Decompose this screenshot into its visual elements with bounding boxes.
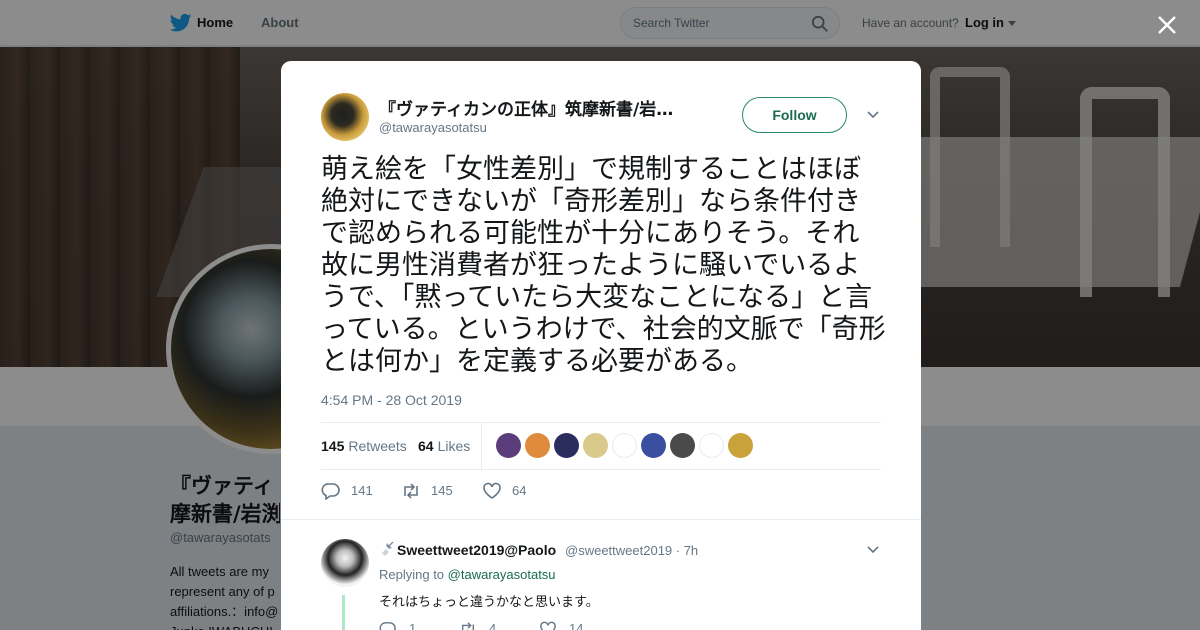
replying-to: Replying to @tawarayasotatsu [379, 567, 556, 582]
retweet-count: 4 [489, 621, 497, 630]
follow-button[interactable]: Follow [742, 97, 847, 133]
divider [481, 423, 482, 469]
likes-stat[interactable]: 64 Likes [418, 438, 470, 454]
retweet-icon [404, 483, 418, 499]
retweet-count: 145 [431, 483, 453, 498]
pin-icon [382, 541, 394, 556]
reply-author-name[interactable]: Sweettweet2019@Paolo [397, 542, 556, 558]
liker-avatar[interactable] [670, 433, 695, 458]
reply-text: それはちょっと違うかなと思います。 [379, 595, 599, 610]
liker-avatar[interactable] [699, 433, 724, 458]
author-name[interactable]: 『ヴァティカンの正体』筑摩新書/岩… [379, 95, 699, 120]
reply-icon [321, 483, 340, 500]
liker-avatar[interactable] [641, 433, 666, 458]
reply-actions: 1 4 14 [379, 621, 679, 630]
liker-avatar[interactable] [728, 433, 753, 458]
author-handle[interactable]: @tawarayasotatsu [379, 120, 487, 135]
liker-avatar[interactable] [525, 433, 550, 458]
reply-author-handle[interactable]: @sweettweet2019 · 7h [565, 543, 698, 558]
thread-line [342, 595, 345, 630]
chevron-down-icon[interactable] [867, 109, 879, 121]
close-icon[interactable] [1155, 13, 1179, 37]
tweet-timestamp[interactable]: 4:54 PM - 28 Oct 2019 [321, 392, 462, 408]
liker-avatar[interactable] [583, 433, 608, 458]
liker-avatar[interactable] [496, 433, 521, 458]
reply-author-avatar[interactable] [321, 539, 369, 587]
author-avatar[interactable] [321, 93, 369, 141]
tweet-stats: 145 Retweets 64 Likes [321, 422, 881, 470]
heart-icon [540, 621, 556, 630]
likes-count: 64 [418, 438, 434, 454]
retweets-label: Retweets [348, 438, 407, 454]
tweet-text: 萌え絵を「女性差別」で規制することはほぼ絶対にできないが「奇形差別」なら条件付き… [321, 154, 886, 377]
liker-avatar[interactable] [554, 433, 579, 458]
like-count: 64 [512, 483, 527, 498]
reply-icon [379, 622, 396, 630]
reply-count: 1 [409, 621, 417, 630]
retweet-icon [461, 622, 475, 630]
retweets-count: 145 [321, 438, 345, 454]
heart-icon [483, 482, 501, 499]
retweets-stat[interactable]: 145 Retweets [321, 438, 407, 454]
divider [281, 519, 921, 527]
retweet-button[interactable]: 145 [401, 480, 471, 502]
reply-count: 141 [351, 483, 373, 498]
like-count: 14 [569, 621, 584, 630]
tweet-actions: 141 145 64 [321, 480, 881, 502]
replying-prefix: Replying to [379, 567, 445, 582]
reply-button[interactable]: 141 [321, 480, 381, 502]
like-button[interactable]: 64 [482, 480, 542, 502]
tweet-modal: 『ヴァティカンの正体』筑摩新書/岩… @tawarayasotatsu Foll… [281, 61, 921, 630]
likes-label: Likes [437, 438, 471, 454]
liker-avatar[interactable] [612, 433, 637, 458]
replying-to-link[interactable]: @tawarayasotatsu [448, 567, 556, 582]
chevron-down-icon[interactable] [867, 544, 879, 556]
